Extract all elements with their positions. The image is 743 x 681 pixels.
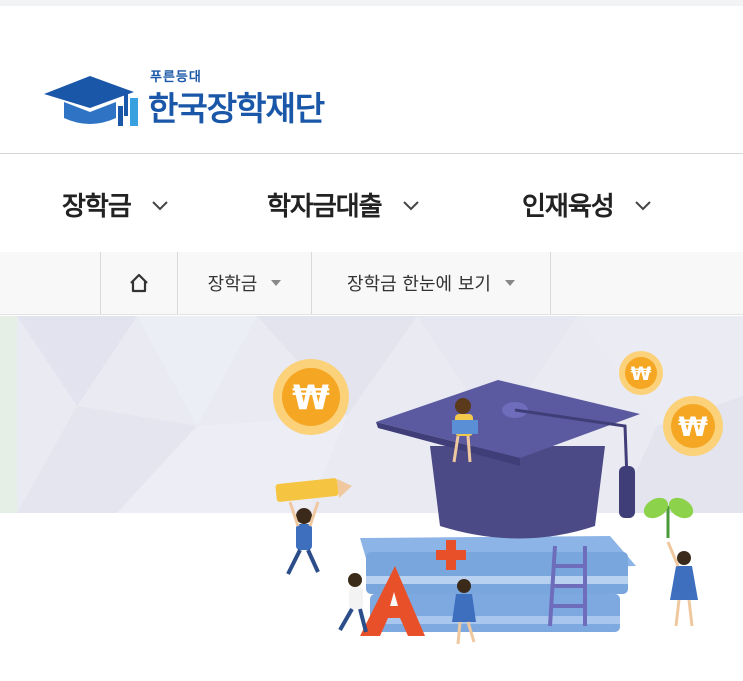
chevron-down-icon	[402, 200, 419, 210]
breadcrumb-home-button[interactable]	[100, 252, 177, 314]
won-coin-icon: ₩	[619, 351, 663, 395]
chevron-down-icon	[634, 200, 651, 210]
won-coin-icon: ₩	[273, 359, 349, 435]
svg-text:₩: ₩	[631, 363, 652, 385]
hero-banner: ₩ ₩ ₩	[0, 316, 743, 681]
breadcrumb-label: 장학금	[207, 274, 258, 295]
won-coin-icon: ₩	[663, 396, 723, 456]
chevron-down-icon	[152, 200, 168, 210]
caret-down-icon	[504, 280, 515, 286]
breadcrumb: 장학금 장학금 한눈에 보기	[0, 252, 743, 315]
girl-figure	[666, 541, 698, 627]
gnb-label: 장학금	[62, 192, 132, 222]
breadcrumb-item-overview[interactable]: 장학금 한눈에 보기	[311, 252, 551, 314]
site-logo[interactable]: 푸른등대 한국장학재단	[42, 62, 342, 132]
breadcrumb-item-scholarship[interactable]: 장학금	[177, 252, 311, 314]
svg-text:₩: ₩	[292, 378, 330, 418]
global-nav: 장학금 학자금대출 인재육성	[0, 153, 743, 253]
boy-figure	[286, 501, 320, 575]
caret-down-icon	[271, 280, 282, 286]
gnb-item-student-loan[interactable]: 학자금대출	[267, 186, 422, 223]
graduation-illustration: ₩ ₩ ₩	[273, 351, 723, 645]
top-strip	[0, 0, 743, 6]
svg-text:₩: ₩	[678, 412, 708, 443]
sprout-icon	[643, 497, 694, 538]
pencil-icon	[275, 478, 352, 502]
breadcrumb-label: 장학금 한눈에 보기	[347, 274, 491, 295]
gnb-item-talent-development[interactable]: 인재육성	[522, 186, 654, 223]
gnb-item-scholarship[interactable]: 장학금	[62, 186, 171, 223]
home-icon	[130, 273, 148, 293]
student-figure	[338, 573, 368, 633]
gnb-label: 인재육성	[522, 192, 615, 222]
graduation-cap-icon	[376, 380, 640, 539]
graduation-cap-logo-icon	[44, 76, 138, 126]
logo-title: 한국장학재단	[148, 89, 325, 128]
gnb-label: 학자금대출	[267, 192, 383, 222]
